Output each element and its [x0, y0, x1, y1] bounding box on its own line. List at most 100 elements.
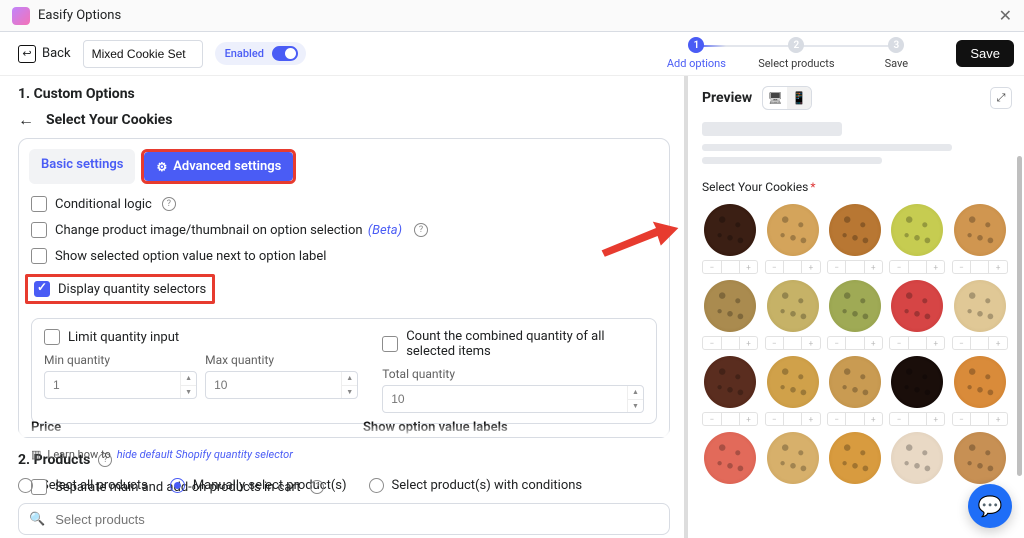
quantity-stepper[interactable]: ▲▼ — [627, 386, 643, 412]
label-conditional-logic: Conditional logic — [55, 197, 152, 212]
input-max-qty[interactable] — [205, 371, 358, 399]
cookie-image — [767, 356, 819, 408]
tab-advanced-settings[interactable]: ⚙ Advanced settings — [144, 152, 293, 181]
step-save[interactable]: 3 Save — [846, 37, 946, 70]
skeleton-line — [702, 157, 882, 164]
checkbox-conditional-logic[interactable] — [31, 196, 47, 212]
cookie-image — [704, 432, 756, 484]
quantity-stepper[interactable]: ▲▼ — [341, 372, 357, 398]
search-icon: 🔍 — [29, 512, 45, 527]
chat-bubble-icon[interactable]: 💬 — [968, 484, 1012, 528]
learn-link[interactable]: hide default Shopify quantity selector — [117, 448, 293, 461]
checkbox-display-qty[interactable] — [34, 281, 50, 297]
quantity-selector[interactable]: −+ — [889, 260, 945, 274]
checkbox-count-combined[interactable] — [382, 336, 398, 352]
cookie-swatch[interactable]: −+ — [827, 356, 883, 426]
product-search-input[interactable] — [53, 511, 659, 528]
tab-advanced-label: Advanced settings — [173, 159, 281, 174]
cookie-swatch[interactable]: −+ — [952, 280, 1008, 350]
cookie-image — [704, 356, 756, 408]
quantity-selector[interactable]: −+ — [765, 412, 821, 426]
cookie-swatch[interactable]: −+ — [889, 280, 945, 350]
info-icon[interactable]: ? — [414, 223, 428, 237]
skeleton-line — [702, 122, 842, 136]
cookie-image — [767, 204, 819, 256]
save-button[interactable]: Save — [956, 40, 1014, 67]
cookie-grid: −+ −+ −+ −+ −+ −+ −+ −+ −+ −+ −+ −+ −+ −+ −+ — [702, 204, 1012, 484]
back-button[interactable]: ↩ Back — [18, 45, 71, 63]
checkbox-separate-main[interactable] — [31, 479, 47, 495]
step-add-options[interactable]: 1 Add options — [646, 37, 746, 70]
cookie-swatch[interactable]: −+ — [889, 204, 945, 274]
cookie-swatch[interactable] — [827, 432, 883, 484]
quantity-stepper[interactable]: ▲▼ — [180, 372, 196, 398]
mobile-icon[interactable]: 📱 — [787, 87, 811, 109]
label-change-image: Change product image/thumbnail on option… — [55, 223, 404, 238]
desktop-icon[interactable]: 🖥 — [763, 87, 787, 109]
cookie-swatch[interactable] — [702, 432, 758, 484]
cookie-swatch[interactable]: −+ — [702, 280, 758, 350]
expand-icon[interactable]: ⤢ — [990, 87, 1012, 109]
step-select-products[interactable]: 2 Select products — [746, 37, 846, 70]
step-label: Add options — [667, 57, 726, 70]
step-num: 3 — [888, 37, 904, 53]
quantity-selector[interactable]: −+ — [952, 260, 1008, 274]
close-icon[interactable]: ✕ — [999, 8, 1012, 24]
info-icon[interactable]: ? — [310, 480, 324, 494]
step-label: Save — [885, 57, 909, 70]
quantity-selector[interactable]: −+ — [765, 336, 821, 350]
cookie-image — [704, 204, 756, 256]
cookie-swatch[interactable]: −+ — [702, 204, 758, 274]
beta-tag: (Beta) — [368, 223, 402, 238]
settings-card: Basic settings ⚙ Advanced settings Condi… — [18, 138, 670, 438]
cookie-swatch[interactable] — [952, 432, 1008, 484]
scrollbar-thumb[interactable] — [1017, 156, 1022, 476]
cookie-image — [767, 432, 819, 484]
radio-icon — [369, 478, 384, 493]
cookie-image — [829, 204, 881, 256]
enabled-toggle[interactable]: Enabled — [215, 42, 306, 65]
device-toggle[interactable]: 🖥 📱 — [762, 86, 812, 110]
quantity-selector[interactable]: −+ — [952, 336, 1008, 350]
cookie-image — [829, 432, 881, 484]
cookie-image — [954, 204, 1006, 256]
cookie-swatch[interactable]: −+ — [952, 356, 1008, 426]
cookie-swatch[interactable]: −+ — [764, 280, 820, 350]
quantity-selector[interactable]: −+ — [889, 336, 945, 350]
cookie-swatch[interactable]: −+ — [764, 356, 820, 426]
label-count-combined: Count the combined quantity of all selec… — [406, 329, 644, 359]
quantity-selector[interactable]: −+ — [827, 412, 883, 426]
cookie-swatch[interactable] — [889, 432, 945, 484]
quantity-selector[interactable]: −+ — [952, 412, 1008, 426]
cookie-swatch[interactable] — [764, 432, 820, 484]
option-set-name-input[interactable] — [83, 40, 203, 68]
quantity-selector[interactable]: −+ — [702, 260, 758, 274]
product-search-box[interactable]: 🔍 — [18, 503, 670, 535]
quantity-selector[interactable]: −+ — [765, 260, 821, 274]
cookie-swatch[interactable]: −+ — [952, 204, 1008, 274]
cookie-swatch[interactable]: −+ — [889, 356, 945, 426]
input-total-qty[interactable] — [382, 385, 644, 413]
cookie-swatch[interactable]: −+ — [827, 204, 883, 274]
input-min-qty[interactable] — [44, 371, 197, 399]
cookie-swatch[interactable]: −+ — [764, 204, 820, 274]
option-title: Select Your Cookies — [46, 112, 172, 128]
back-arrow-icon[interactable]: ← — [18, 110, 34, 130]
quantity-selector[interactable]: −+ — [702, 336, 758, 350]
checkbox-change-image[interactable] — [31, 222, 47, 238]
quantity-selector[interactable]: −+ — [827, 336, 883, 350]
titlebar: Easify Options ✕ — [0, 0, 1024, 32]
cookie-swatch[interactable]: −+ — [702, 356, 758, 426]
tab-basic-settings[interactable]: Basic settings — [29, 149, 135, 184]
required-star: * — [810, 180, 815, 194]
info-icon[interactable]: ? — [162, 197, 176, 211]
quantity-selector[interactable]: −+ — [827, 260, 883, 274]
checkbox-limit-qty[interactable] — [44, 329, 60, 345]
gear-icon: ⚙ — [156, 160, 167, 174]
quantity-selector[interactable]: −+ — [702, 412, 758, 426]
checkbox-show-selected-value[interactable] — [31, 248, 47, 264]
back-icon: ↩ — [18, 45, 36, 63]
cookie-image — [829, 356, 881, 408]
quantity-selector[interactable]: −+ — [889, 412, 945, 426]
cookie-swatch[interactable]: −+ — [827, 280, 883, 350]
